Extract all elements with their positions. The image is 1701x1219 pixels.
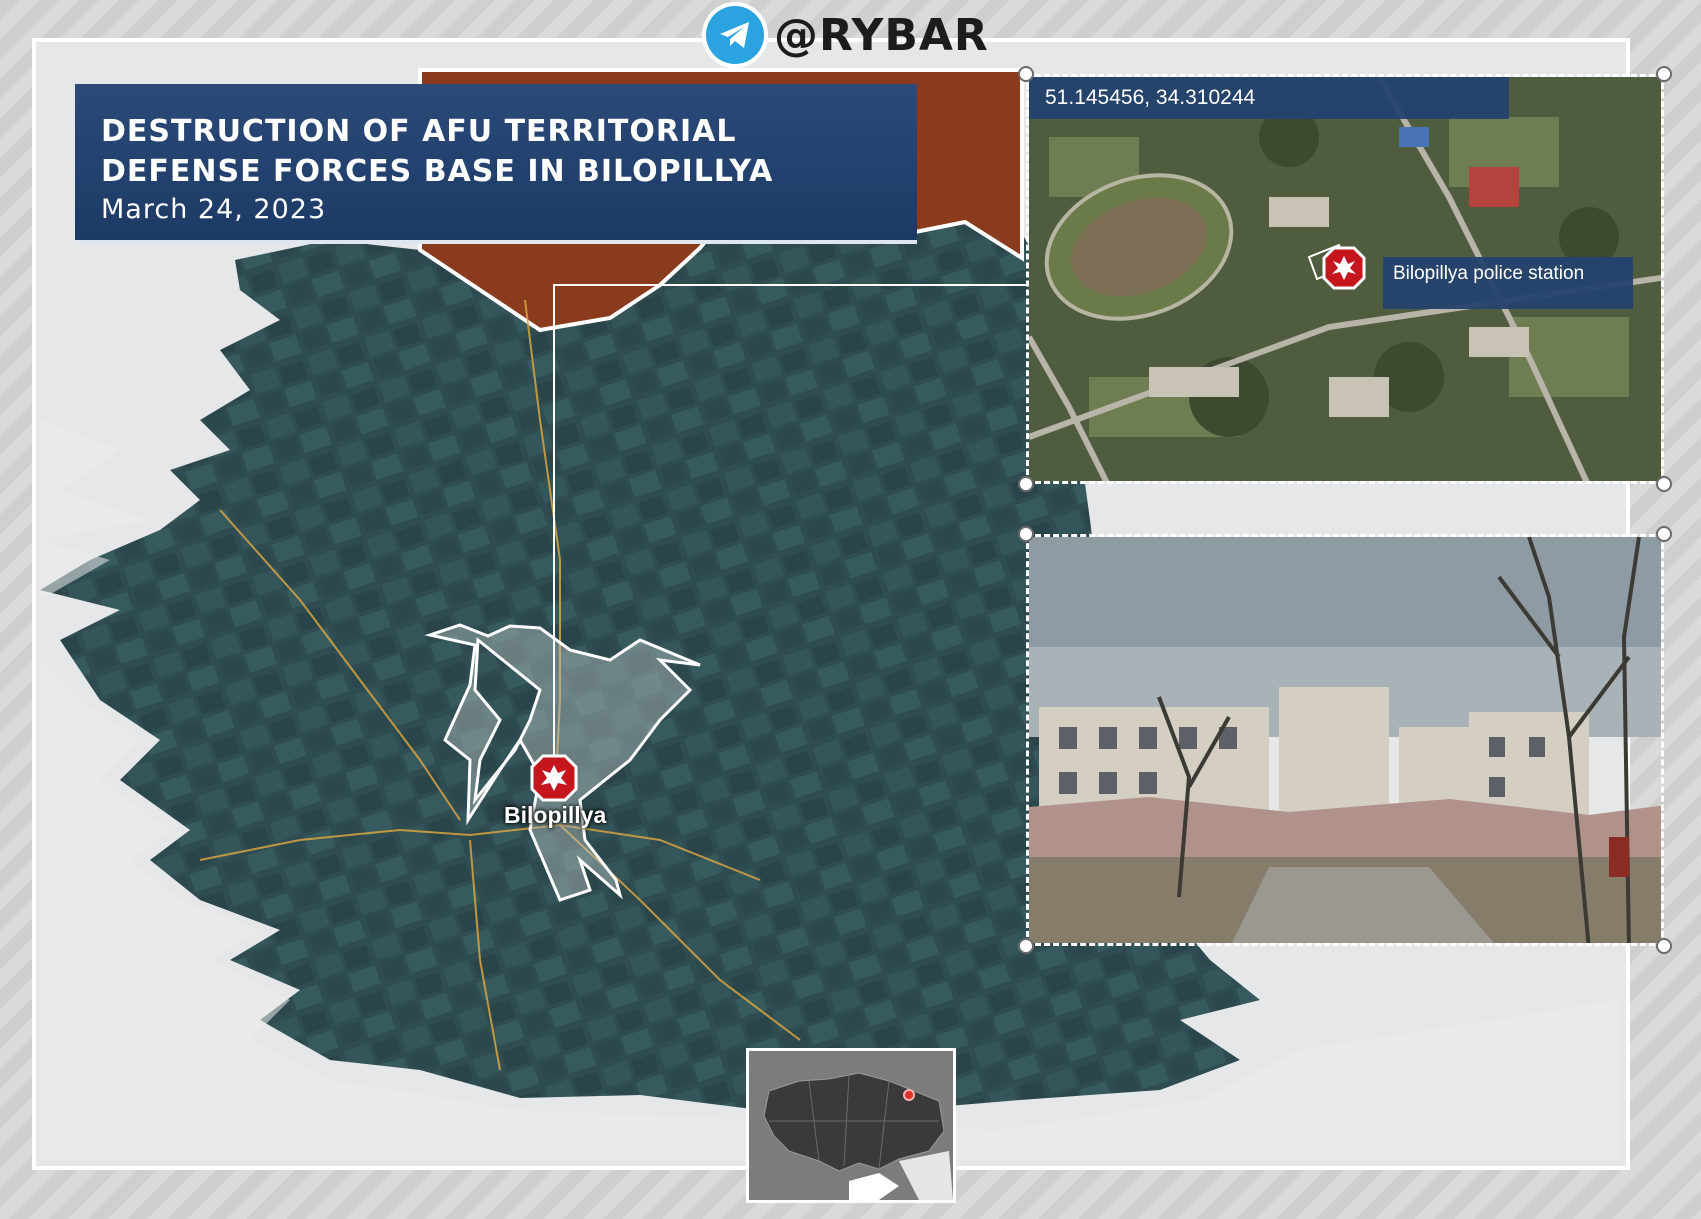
sat-handle-tl[interactable]	[1018, 66, 1034, 82]
photo-handle-br[interactable]	[1656, 938, 1672, 954]
brand-handle: @RYBAR	[774, 9, 989, 61]
brand-header: @RYBAR	[706, 6, 989, 64]
date-label: March 24, 2023	[101, 194, 327, 225]
police-station-marker[interactable]	[1322, 246, 1366, 290]
city-label: Bilopillya	[504, 802, 607, 828]
satellite-panel[interactable]: 51.145456, 34.310244 Bilopillya police s…	[1026, 74, 1664, 484]
coordinates-label: 51.145456, 34.310244	[1029, 77, 1509, 119]
title-banner: DESTRUCTION OF AFU TERRITORIAL DEFENSE F…	[75, 84, 917, 244]
ukraine-overview-map	[749, 1051, 953, 1200]
sat-handle-bl[interactable]	[1018, 476, 1034, 492]
photo-handle-tl[interactable]	[1018, 526, 1034, 542]
sat-handle-tr[interactable]	[1656, 66, 1672, 82]
photo-panel[interactable]	[1026, 534, 1664, 946]
destroyed-building-photo	[1029, 537, 1661, 943]
inset-map[interactable]	[746, 1048, 956, 1203]
explosion-marker[interactable]	[530, 754, 578, 802]
telegram-icon[interactable]	[706, 6, 764, 64]
photo-handle-bl[interactable]	[1018, 938, 1034, 954]
police-station-label: Bilopillya police station	[1383, 257, 1633, 309]
sat-handle-br[interactable]	[1656, 476, 1672, 492]
page-title: DESTRUCTION OF AFU TERRITORIAL DEFENSE F…	[101, 114, 774, 189]
photo-handle-tr[interactable]	[1656, 526, 1672, 542]
location-dot-icon	[903, 1089, 915, 1101]
